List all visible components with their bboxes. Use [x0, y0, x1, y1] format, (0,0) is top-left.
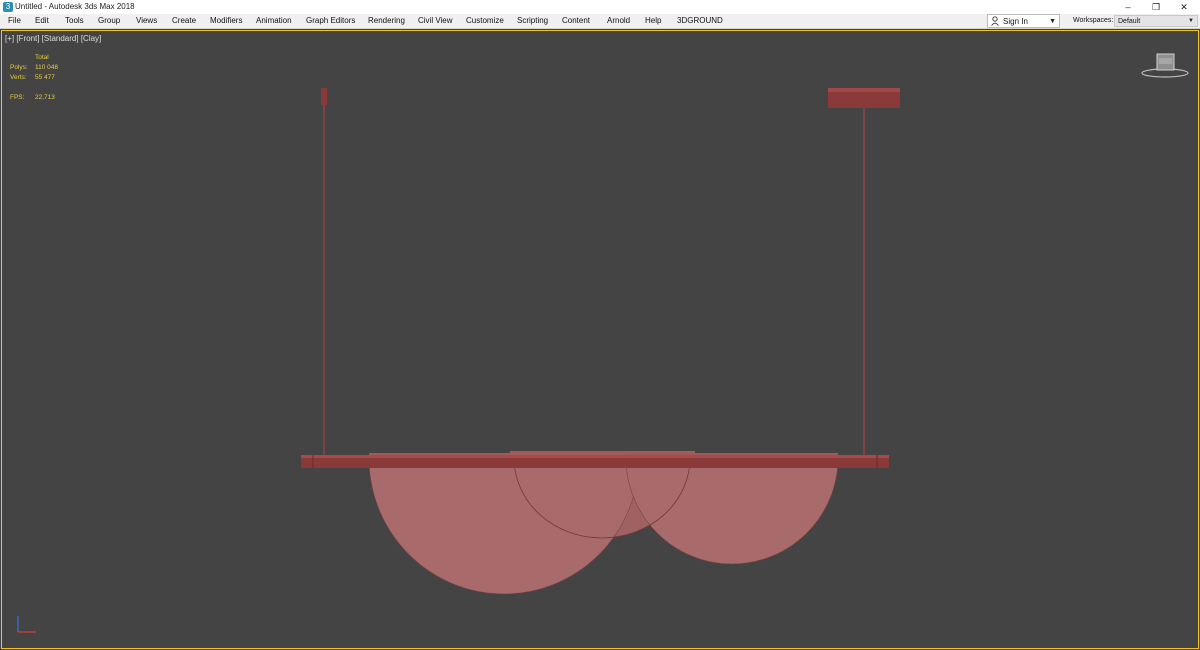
user-icon — [991, 16, 999, 26]
sign-in-dropdown[interactable]: Sign In ▼ — [987, 14, 1060, 28]
stats-fps-value: 22,713 — [35, 94, 55, 101]
workspaces-label: Workspaces: — [1073, 17, 1114, 24]
stats-total-header: Total — [35, 54, 49, 61]
minimize-button[interactable]: – — [1114, 0, 1142, 14]
menu-file[interactable]: File — [8, 14, 21, 28]
menu-edit[interactable]: Edit — [35, 14, 49, 28]
menu-modifiers[interactable]: Modifiers — [210, 14, 242, 28]
menu-scripting[interactable]: Scripting — [517, 14, 548, 28]
front-viewport[interactable]: [+] [Front] [Standard] [Clay] Total Poly… — [1, 30, 1199, 649]
menu-views[interactable]: Views — [136, 14, 157, 28]
menu-tools[interactable]: Tools — [65, 14, 84, 28]
app-icon[interactable]: 3 — [3, 2, 13, 12]
stats-verts-value: 55 477 — [35, 74, 55, 81]
window-title: Untitled - Autodesk 3ds Max 2018 — [15, 2, 135, 11]
menu-help[interactable]: Help — [645, 14, 661, 28]
viewcube-icon[interactable] — [1140, 52, 1190, 78]
menu-civil-view[interactable]: Civil View — [418, 14, 453, 28]
axis-gizmo-icon — [17, 616, 36, 633]
menu-rendering[interactable]: Rendering — [368, 14, 405, 28]
stats-polys-value: 110 048 — [35, 64, 59, 71]
title-bar: 3 Untitled - Autodesk 3ds Max 2018 – ❐ ✕ — [0, 0, 1200, 14]
stats-polys-label: Polys: — [10, 64, 28, 71]
menu-graph-editors[interactable]: Graph Editors — [306, 14, 355, 28]
menu-create[interactable]: Create — [172, 14, 196, 28]
menu-content[interactable]: Content — [562, 14, 590, 28]
close-button[interactable]: ✕ — [1170, 0, 1198, 14]
chevron-down-icon: ▼ — [1188, 18, 1194, 24]
stats-verts-label: Verts: — [10, 74, 27, 81]
workspaces-value: Default — [1118, 18, 1141, 25]
menu-group[interactable]: Group — [98, 14, 120, 28]
workspaces-select[interactable]: Default ▼ — [1114, 15, 1198, 27]
chevron-down-icon: ▼ — [1049, 18, 1056, 25]
menu-3dground[interactable]: 3DGROUND — [677, 14, 723, 28]
menu-arnold[interactable]: Arnold — [607, 14, 630, 28]
restore-button[interactable]: ❐ — [1142, 0, 1170, 14]
menu-customize[interactable]: Customize — [466, 14, 504, 28]
stats-fps-label: FPS: — [10, 94, 25, 101]
viewport-label[interactable]: [+] [Front] [Standard] [Clay] — [5, 34, 101, 44]
menu-animation[interactable]: Animation — [256, 14, 292, 28]
sign-in-label: Sign In — [1003, 17, 1028, 26]
